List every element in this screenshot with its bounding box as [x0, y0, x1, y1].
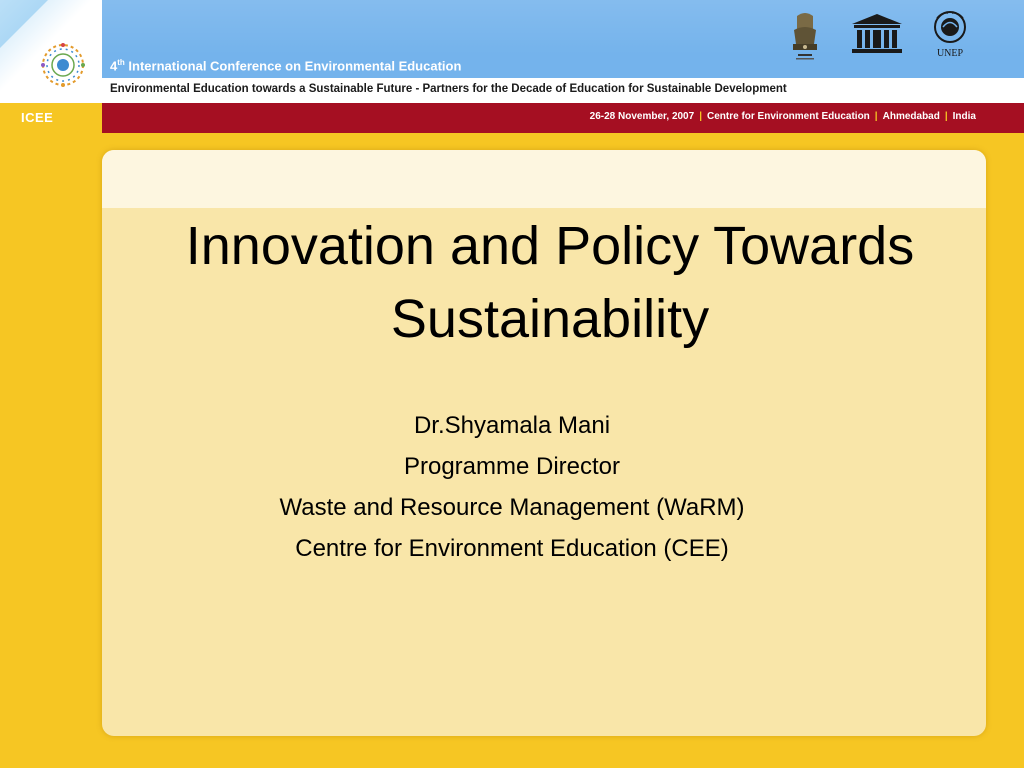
separator: | [944, 111, 948, 122]
header-subtitle-bar: Environmental Education towards a Sustai… [102, 78, 1024, 103]
slide-title-line-1: Innovation and Policy Towards [185, 216, 915, 276]
conference-title-text: International Conference on Environmenta… [128, 58, 462, 74]
presenter-name: Dr.Shyamala Mani [413, 412, 611, 439]
unesco-emblem-icon [852, 14, 902, 53]
event-country: India [952, 111, 976, 122]
unep-emblem-icon: UNEP [934, 11, 966, 59]
presenter-organization: Centre for Environment Education (CEE) [295, 535, 729, 562]
conference-ordinal-suffix: th [117, 58, 125, 67]
india-emblem-icon [793, 13, 817, 60]
unep-label: UNEP [937, 48, 964, 59]
event-dates: 26-28 November, 2007 [589, 111, 695, 122]
slide-title-line-2: Sustainability [390, 289, 710, 349]
icee-wheel-logo-icon [41, 43, 85, 87]
conference-subtitle: Environmental Education towards a Sustai… [110, 83, 787, 95]
content-panel-top-strip [102, 150, 986, 208]
conference-title: 4th International Conference on Environm… [110, 58, 461, 73]
event-info-band: 26-28 November, 2007 | Centre for Environm… [102, 103, 1024, 133]
presenter-department: Waste and Resource Management (WaRM) [279, 494, 745, 521]
separator: | [699, 111, 702, 122]
event-city: Ahmedabad [882, 111, 940, 122]
event-venue: Centre for Environment Education [707, 111, 870, 122]
header-logo-area [0, 0, 102, 103]
slide-title: Innovation and Policy Towards Sustainabi… [0, 210, 1024, 356]
icee-badge: ICEE [21, 110, 54, 125]
presenter-role: Programme Director [403, 453, 621, 480]
presenter-info: Dr.Shyamala Mani Programme Director Wast… [200, 405, 824, 569]
event-info: 26-28 November, 2007 | Centre for Environm… [590, 111, 976, 122]
separator: | [874, 111, 878, 122]
